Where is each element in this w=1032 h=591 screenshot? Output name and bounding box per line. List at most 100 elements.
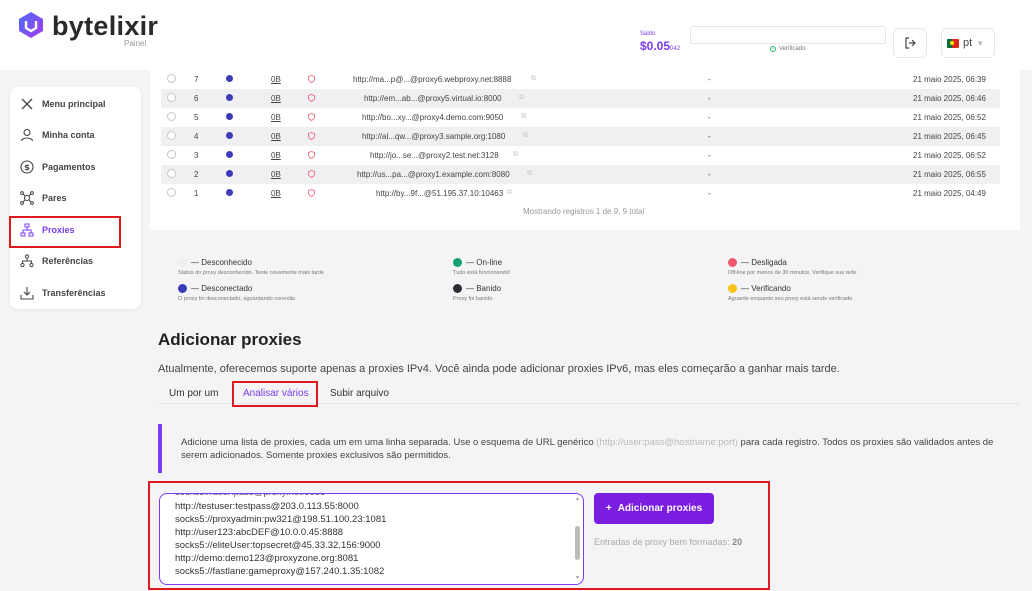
textarea-line: socks5://eliteUser:topsecret@45.33.32.15…	[175, 540, 381, 551]
table-row[interactable]: 6 0B http://em...ab...@proxy5.virtual.io…	[161, 89, 1000, 108]
tab-subir-arquivo[interactable]: Subir arquivo	[330, 388, 389, 399]
row-select-radio[interactable]	[167, 131, 176, 140]
section-description: Atualmente, oferecemos suporte apenas a …	[158, 363, 840, 375]
sidebar-item-pares[interactable]: Pares	[20, 186, 67, 210]
row-select-radio[interactable]	[167, 150, 176, 159]
traffic-link[interactable]: 0B	[271, 170, 281, 179]
textarea-line: http://user123:abcDEF@10.0.0.45:8888	[175, 527, 344, 538]
sidebar-item-minha-conta[interactable]: Minha conta	[20, 123, 95, 147]
download-icon	[20, 287, 34, 300]
verified-status: ✓ Verificado	[770, 46, 806, 52]
status-dot	[226, 94, 233, 101]
scroll-up-icon[interactable]: ▲	[575, 496, 580, 502]
copy-icon[interactable]: ⧉	[513, 151, 518, 159]
legend-label: — On-line	[466, 258, 503, 267]
table-row[interactable]: 1 0B http://by...9f...@51.195.37.10:1046…	[161, 184, 1000, 203]
scroll-thumb[interactable]	[575, 526, 580, 560]
copy-icon[interactable]: ⧉	[531, 75, 536, 83]
proxy-url: http://em...ab...@proxy5.virtual.io:8000	[364, 94, 502, 103]
shield-icon	[308, 94, 315, 102]
proxy-date: 21 maio 2025, 04:49	[913, 189, 986, 198]
sidebar-item-pagamentos[interactable]: $ Pagamentos	[20, 155, 96, 179]
proxy-table: 7 0B http://ma...p@...@proxy6.webproxy.n…	[150, 70, 1020, 230]
traffic-link[interactable]: 0B	[271, 151, 281, 160]
proxy-url: http://jo...se...@proxy2.test.net:3128	[370, 151, 499, 160]
sidebar-item-menu-principal[interactable]: Menu principal	[20, 92, 106, 116]
status-dot	[226, 113, 233, 120]
traffic-link[interactable]: 0B	[271, 75, 281, 84]
row-select-radio[interactable]	[167, 74, 176, 83]
sidebar-item-label: Pares	[42, 193, 67, 203]
textarea-scrollbar[interactable]: ▲ ▼	[574, 496, 582, 582]
language-selector[interactable]: pt ▼	[941, 28, 995, 58]
textarea-line: http://testuser:testpass@203.0.113.55:80…	[175, 501, 359, 512]
svg-text:$: $	[24, 163, 30, 172]
table-row[interactable]: 7 0B http://ma...p@...@proxy6.webproxy.n…	[161, 70, 1000, 89]
sidebar-item-label: Pagamentos	[42, 162, 96, 172]
portugal-flag-icon	[947, 38, 959, 48]
status-dot-online	[453, 258, 462, 267]
proxy-url: http://by...9f...@51.195.37.10:10463	[376, 189, 504, 198]
legend-online: — On-line	[453, 258, 502, 267]
legend-label: — Desconectado	[191, 284, 253, 293]
status-dot-banned	[453, 284, 462, 293]
status-box	[690, 26, 886, 44]
legend-disconnected: — Desconectado	[178, 284, 252, 293]
traffic-link[interactable]: 0B	[271, 189, 281, 198]
referrals-icon	[20, 254, 34, 268]
legend-banned: — Banido	[453, 284, 501, 293]
bytelixir-logo-icon[interactable]	[18, 11, 44, 39]
highlight-proxies-box	[9, 216, 121, 248]
sidebar-item-transferencias[interactable]: Transferências	[20, 281, 106, 305]
table-row[interactable]: 4 0B http://al...qw...@proxy3.sample.org…	[161, 127, 1000, 146]
status-dot	[226, 151, 233, 158]
shield-icon	[308, 170, 315, 178]
row-select-radio[interactable]	[167, 112, 176, 121]
scroll-down-icon[interactable]: ▼	[575, 575, 580, 581]
copy-icon[interactable]: ⧉	[527, 170, 532, 178]
chevron-down-icon: ▼	[976, 38, 985, 48]
copy-icon[interactable]: ⧉	[523, 132, 528, 140]
sidebar-item-referencias[interactable]: Referências	[20, 249, 93, 273]
legend-label: — Banido	[466, 284, 502, 293]
traffic-link[interactable]: 0B	[271, 113, 281, 122]
logout-button[interactable]	[893, 28, 927, 58]
table-row[interactable]: 5 0B http://bo...xy...@proxy4.demo.com:9…	[161, 108, 1000, 127]
row-select-radio[interactable]	[167, 169, 176, 178]
sidebar-item-label: Referências	[42, 256, 94, 266]
traffic-link[interactable]: 0B	[271, 94, 281, 103]
textarea-line: socks5://fastlane:gameproxy@157.240.1.35…	[175, 566, 385, 577]
brand-name[interactable]: bytelixir	[52, 11, 158, 42]
balance-value: $0.05042	[640, 39, 681, 53]
legend-desc: O proxy foi desconectado, aguardando con…	[178, 296, 296, 302]
table-row[interactable]: 3 0B http://jo...se...@proxy2.test.net:3…	[161, 146, 1000, 165]
proxy-date: 21 maio 2025, 06:46	[913, 94, 986, 103]
textarea-line: http://demo:demo123@proxyzone.org:8081	[175, 553, 359, 564]
proxy-date: 21 maio 2025, 06:39	[913, 75, 986, 84]
shield-icon	[308, 75, 315, 83]
row-select-radio[interactable]	[167, 93, 176, 102]
proxy-date: 21 maio 2025, 06:45	[913, 132, 986, 141]
shield-icon	[308, 132, 315, 140]
traffic-link[interactable]: 0B	[271, 132, 281, 141]
valid-entries-count: Entradas de proxy bem formadas: 20	[594, 537, 743, 547]
copy-icon[interactable]: ⧉	[521, 113, 526, 121]
row-select-radio[interactable]	[167, 188, 176, 197]
table-footer: Mostrando registros 1 de 9, 9 total	[523, 207, 645, 216]
copy-icon[interactable]: ⧉	[507, 189, 512, 197]
peers-icon	[20, 191, 34, 205]
proxy-url: http://al...qw...@proxy3.sample.org:1080	[362, 132, 506, 141]
status-dot-unknown	[178, 258, 187, 267]
add-proxies-button[interactable]: + Adicionar proxies	[594, 493, 714, 524]
row-id: 5	[194, 113, 199, 122]
proxy-date: 21 maio 2025, 06:52	[913, 151, 986, 160]
balance-label: Saldo	[640, 31, 656, 37]
sidebar-item-label: Menu principal	[42, 99, 106, 109]
table-row[interactable]: 2 0B http://us...pa...@proxy1.example.co…	[161, 165, 1000, 184]
add-proxies-label: Adicionar proxies	[617, 503, 703, 514]
copy-icon[interactable]: ⧉	[519, 94, 524, 102]
tab-um-por-um[interactable]: Um por um	[169, 388, 218, 399]
proxy-list-textarea[interactable]: socks5://user:pass@proxy.net:5555 http:/…	[159, 493, 584, 585]
legend-desc: Proxy foi banido	[453, 296, 493, 302]
status-dot-checking	[728, 284, 737, 293]
